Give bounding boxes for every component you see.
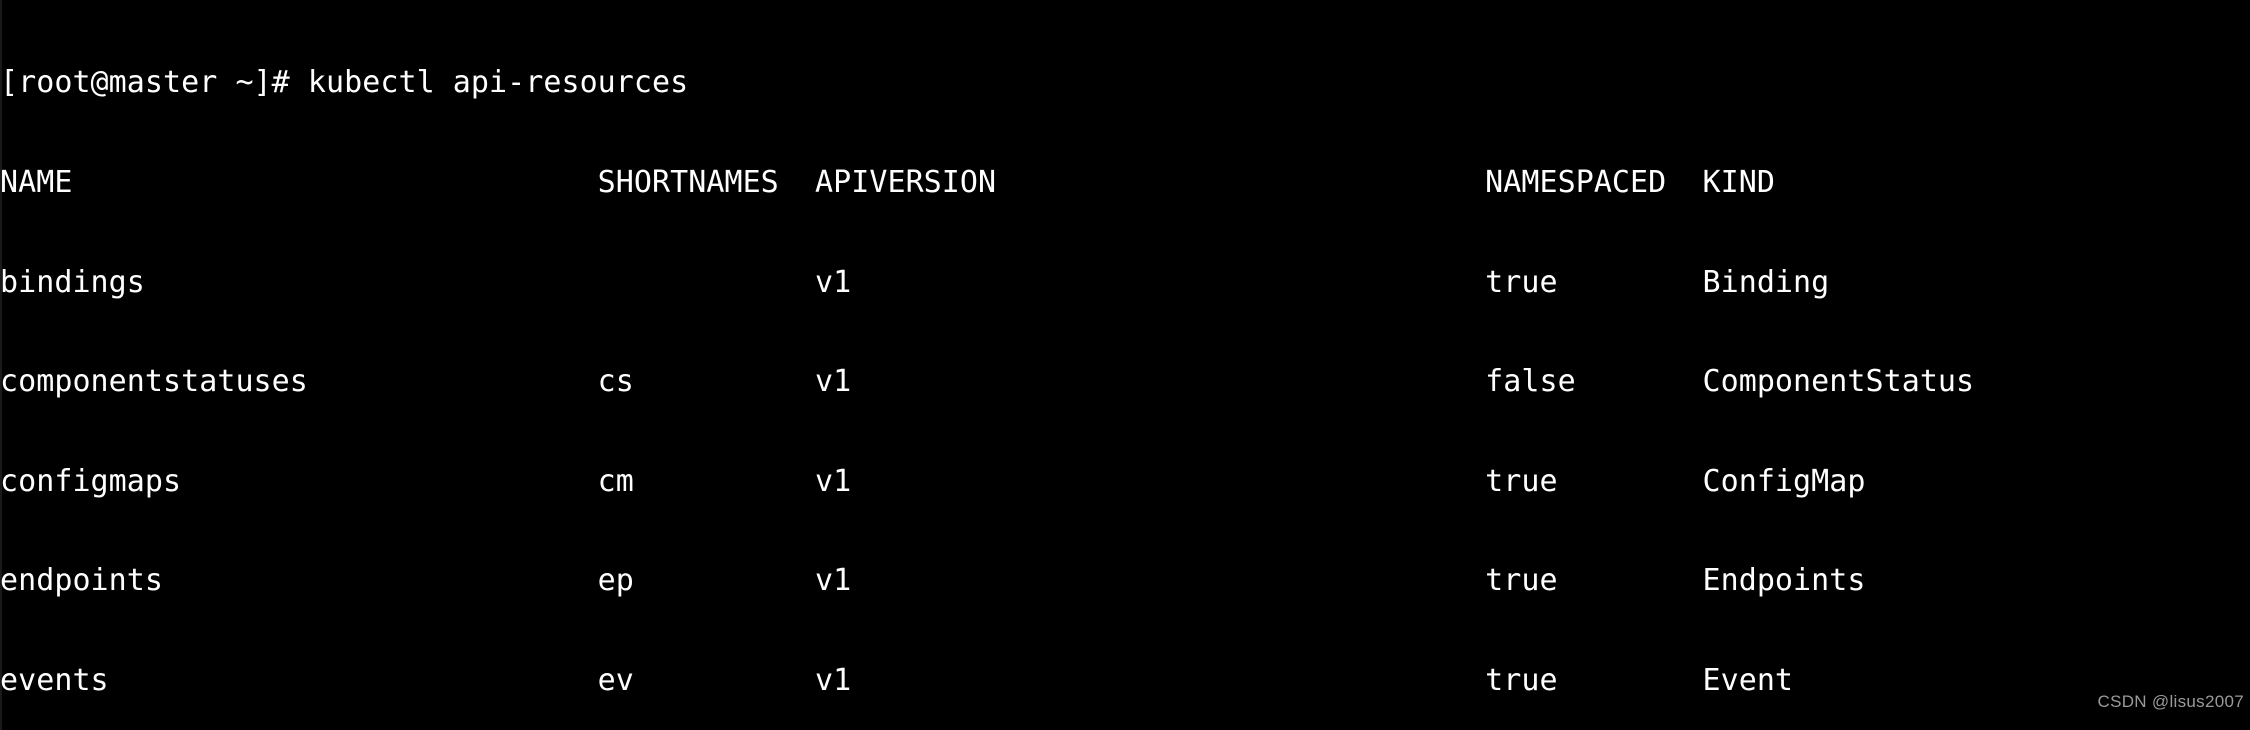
table-header-row: NAME SHORTNAMES APIVERSION NAMESPACED KI… [0,166,1775,200]
table-row: componentstatuses cs v1 false ComponentS… [0,365,1975,399]
watermark: CSDN @lisus2007 [2097,692,2244,711]
terminal-window[interactable]: [root@master ~]# kubectl api-resources N… [0,0,2250,730]
table-row: endpoints ep v1 true Endpoints [0,564,1866,598]
table-row: bindings v1 true Binding [0,265,1830,299]
prompt-line: [root@master ~]# kubectl api-resources [0,66,689,100]
terminal-screen[interactable]: [root@master ~]# kubectl api-resources N… [0,0,2250,730]
table-row: events ev v1 true Event [0,663,1794,698]
table-row: configmaps cm v1 true ConfigMap [0,464,1866,498]
